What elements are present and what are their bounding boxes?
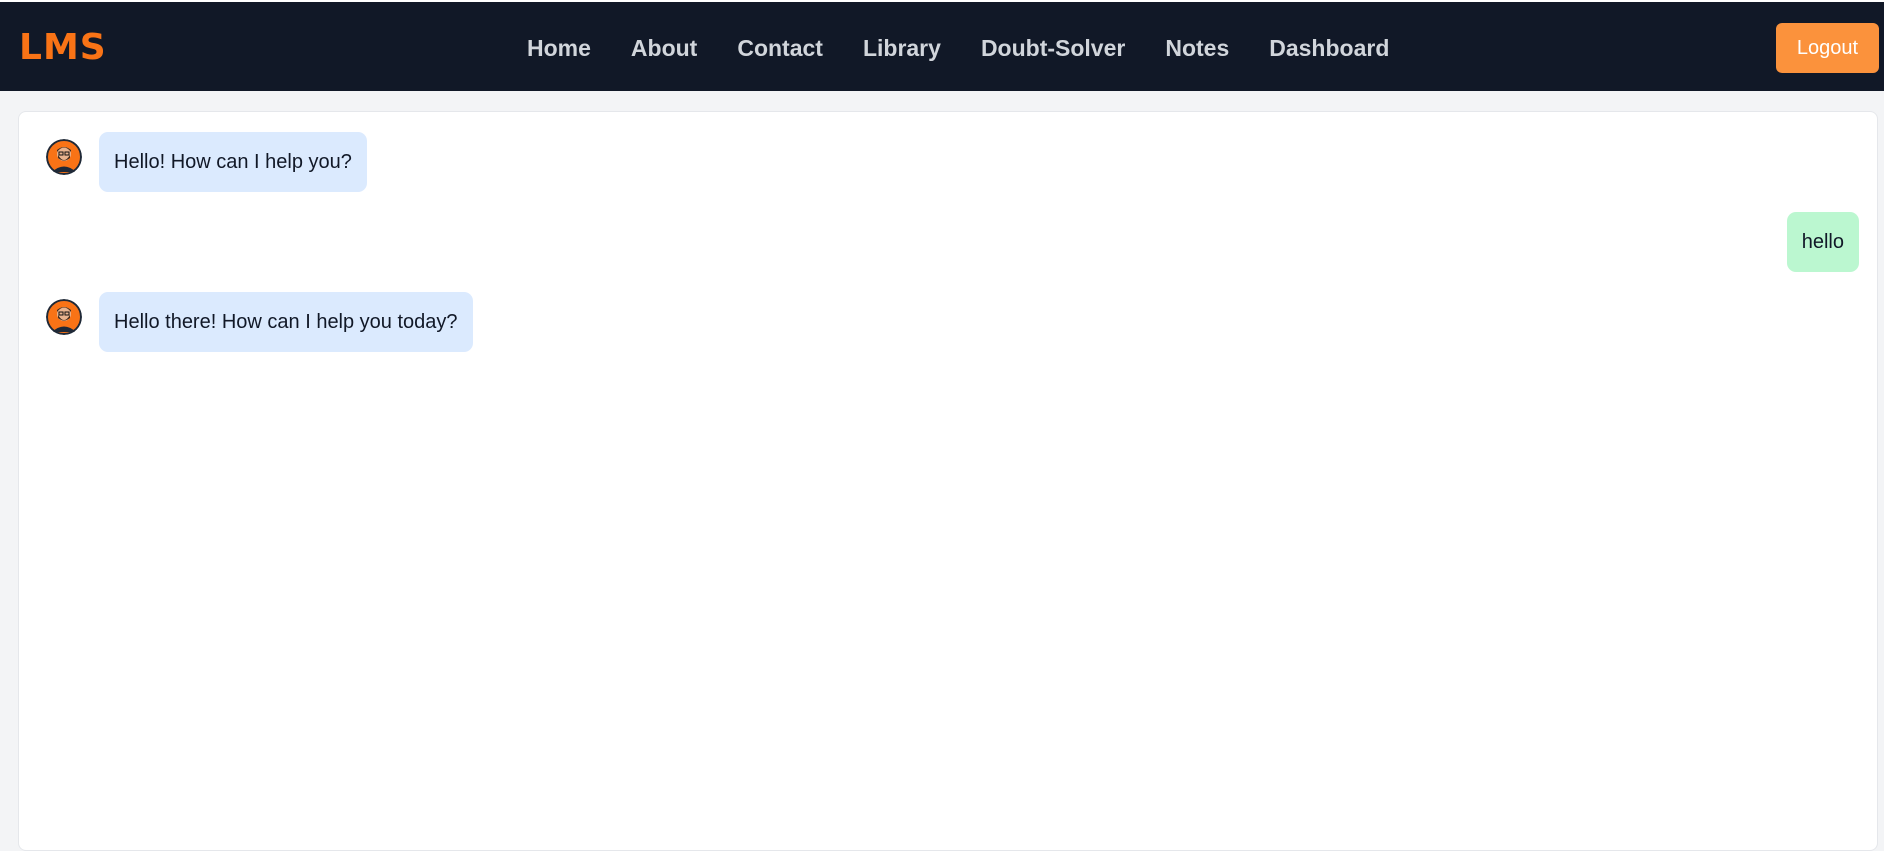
nav-doubt-solver-link[interactable]: Doubt-Solver xyxy=(981,30,1125,66)
nav-contact-link[interactable]: Contact xyxy=(737,30,823,66)
nav-notes-link[interactable]: Notes xyxy=(1165,30,1229,66)
app-logo[interactable]: LMS xyxy=(19,28,107,68)
bot-avatar-icon xyxy=(46,299,82,335)
nav-home-link[interactable]: Home xyxy=(527,30,591,66)
bot-message-bubble: Hello there! How can I help you today? xyxy=(99,292,473,352)
nav-library-link[interactable]: Library xyxy=(863,30,941,66)
nav-links: Home About Contact Library Doubt-Solver … xyxy=(527,30,1389,66)
nav-dashboard-link[interactable]: Dashboard xyxy=(1269,30,1389,66)
logout-button[interactable]: Logout xyxy=(1776,23,1879,73)
bot-avatar xyxy=(46,299,82,335)
bot-avatar-icon xyxy=(46,139,82,175)
user-message-bubble: hello xyxy=(1786,212,1859,272)
top-navbar: LMS Home About Contact Library Doubt-Sol… xyxy=(0,0,1884,91)
nav-about-link[interactable]: About xyxy=(631,30,697,66)
bot-avatar xyxy=(46,139,82,175)
chat-panel: Hello! How can I help you? hello Hello t… xyxy=(18,111,1878,851)
bot-message-bubble: Hello! How can I help you? xyxy=(99,132,367,192)
